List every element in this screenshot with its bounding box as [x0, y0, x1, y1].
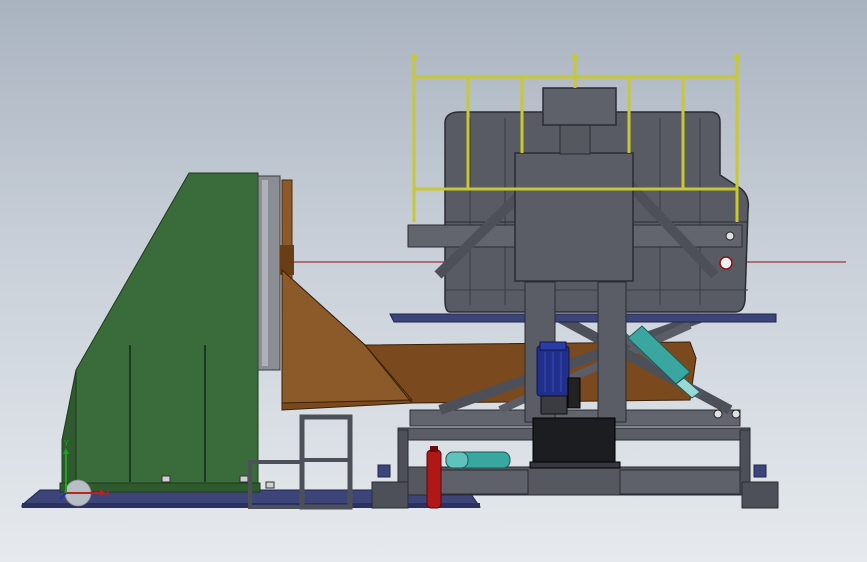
gas-cylinder-valve — [430, 446, 438, 452]
base-frame-panel-1 — [439, 469, 529, 495]
foot-right — [741, 481, 779, 509]
central-column-right — [597, 281, 627, 423]
positioner-side-shade — [61, 369, 77, 486]
central-block — [514, 152, 634, 282]
positioner-body — [75, 172, 259, 486]
cad-model-scene[interactable]: X Y — [0, 0, 867, 562]
face-plate-shade — [262, 180, 268, 366]
tilt-table-face — [281, 268, 414, 404]
triad-x-label: X — [105, 489, 111, 498]
foot-right-pad — [753, 464, 767, 478]
motor-coupling — [540, 395, 568, 415]
axis-marker — [719, 256, 733, 270]
foot-left-pad — [377, 464, 391, 478]
pivot-bolt-2 — [731, 409, 741, 419]
triad-y-label: Y — [63, 439, 69, 448]
foot-left — [371, 481, 409, 509]
base-frame-panel-2 — [619, 469, 741, 495]
valve-block — [567, 377, 581, 409]
motor-fan-cap — [539, 341, 567, 351]
hydraulic-tank — [532, 417, 616, 467]
rail-cap-1 — [411, 54, 417, 60]
positioner-foot-bolt-2 — [239, 475, 249, 483]
low-step-bolt — [265, 481, 275, 489]
accumulator-end — [445, 451, 469, 469]
rail-cap-3 — [734, 54, 740, 60]
gas-cylinder — [426, 449, 442, 509]
hydraulic-tank-lid — [529, 461, 621, 469]
pivot-bolt-1 — [713, 409, 723, 419]
top-box — [542, 87, 617, 126]
deck-platform — [389, 313, 777, 323]
rail-cap-2 — [572, 54, 578, 60]
face-plate-grey — [257, 175, 281, 371]
cad-viewport[interactable]: X Y — [0, 0, 867, 562]
beam-bolt — [725, 231, 735, 241]
positioner-foot-bolt-1 — [161, 475, 171, 483]
top-mast — [559, 123, 591, 155]
